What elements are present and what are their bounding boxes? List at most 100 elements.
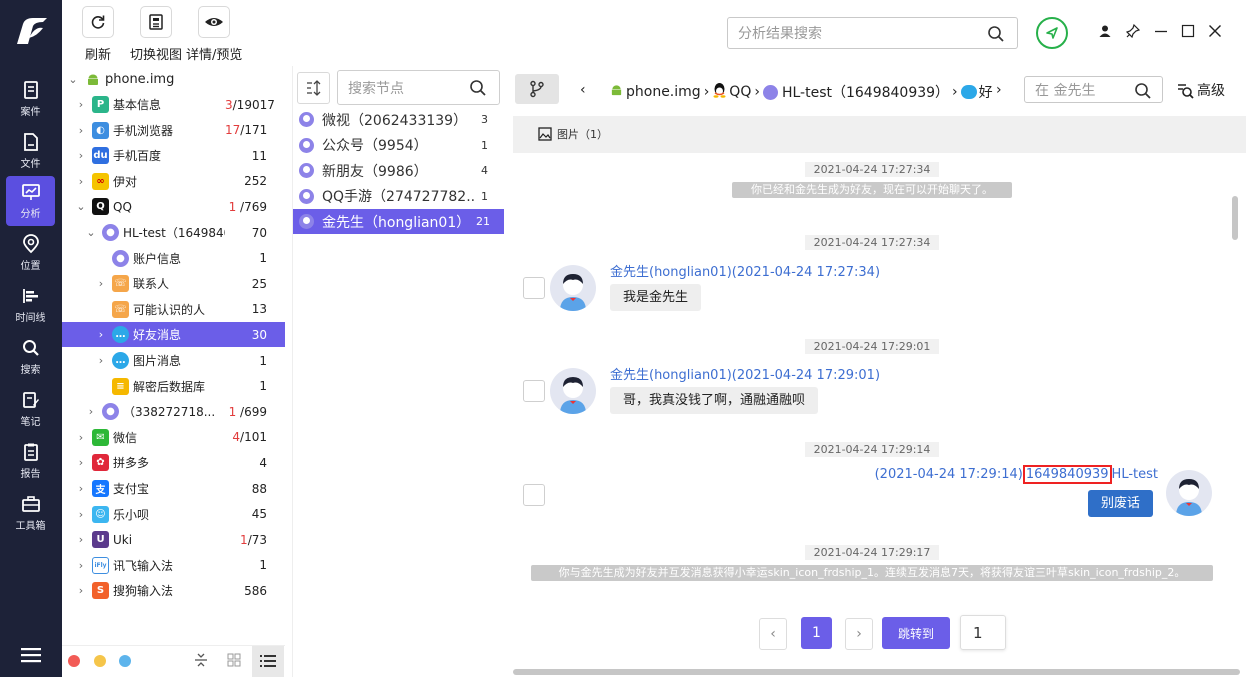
tree-item-yidui[interactable]: › ∞ 伊对 252 [62, 169, 285, 194]
chevron-right-icon[interactable]: › [96, 328, 106, 341]
chevron-right-icon[interactable]: › [96, 277, 106, 290]
sort-icon [306, 80, 320, 96]
menu-icon[interactable] [21, 646, 41, 664]
tree-item-sogou-ime[interactable]: › S 搜狗输入法 586 [62, 578, 285, 603]
maximize-icon[interactable] [1179, 22, 1197, 40]
tree-item-alipay[interactable]: › 支支付宝 88 [62, 476, 285, 501]
minimize-icon[interactable] [1152, 22, 1170, 40]
crumb-friend-msg[interactable]: 好 [979, 82, 993, 102]
contact-avatar-icon [299, 163, 314, 178]
node-search-input[interactable]: 搜索节点 [337, 70, 500, 105]
rail-notes[interactable]: 笔记 [6, 384, 55, 434]
message-checkbox[interactable] [523, 277, 545, 299]
chevron-right-icon[interactable]: › [76, 98, 86, 111]
yellow-dot-icon[interactable] [94, 655, 106, 667]
chevron-right-icon[interactable]: › [76, 175, 86, 188]
chevron-right-icon[interactable]: › [76, 124, 86, 137]
horizontal-scrollbar[interactable] [513, 669, 1240, 675]
rail-location[interactable]: 位置 [6, 228, 55, 278]
in-chat-search-input[interactable]: 在 金先生 [1024, 76, 1163, 103]
collapse-icon[interactable] [193, 652, 209, 668]
node-item[interactable]: 金先生（honglian01） 21 [293, 209, 504, 234]
node-item[interactable]: 微视（2062433139） 3 [293, 107, 504, 132]
crumb-forward-icon[interactable]: › [996, 82, 1002, 98]
node-item[interactable]: 新朋友（9986） 4 [293, 158, 504, 183]
node-item[interactable]: 公众号（9954） 1 [293, 133, 504, 158]
chevron-right-icon[interactable]: › [76, 533, 86, 546]
crumb-qq[interactable]: QQ [729, 84, 751, 100]
chevron-right-icon[interactable]: › [86, 405, 96, 418]
rail-report[interactable]: 报告 [6, 436, 55, 486]
toolbox-icon [21, 496, 40, 512]
tree-item-count-total: 13 [251, 302, 267, 317]
close-icon[interactable] [1206, 22, 1224, 40]
tree-item-image-messages[interactable]: › … 图片消息 1 [62, 348, 285, 373]
tree-item-qq[interactable]: ⌄ Q QQ 1 /769 [62, 194, 285, 219]
rail-case[interactable]: 案件 [6, 74, 55, 124]
tree-item-wechat[interactable]: › ✉ 微信 4/101 [62, 425, 285, 450]
rail-search[interactable]: 搜索 [6, 332, 55, 382]
rail-toolbox[interactable]: 工具箱 [6, 488, 55, 538]
pin-icon[interactable] [1124, 22, 1142, 40]
rail-analysis[interactable]: 分析 [6, 176, 55, 226]
crumb-phone[interactable]: phone.img [626, 84, 701, 100]
next-page-button[interactable]: › [845, 618, 873, 650]
grid-view-icon[interactable] [227, 653, 241, 667]
red-dot-icon[interactable] [68, 655, 80, 667]
tree-item-uki[interactable]: › U Uki 1/73 [62, 527, 285, 552]
rail-timeline[interactable]: 时间线 [6, 280, 55, 330]
tree-item-lexiaobei[interactable]: › ☺ 乐小呗 45 [62, 502, 285, 527]
refresh-button[interactable]: 刷新 [82, 6, 114, 63]
tree-item-count-total: 252 [244, 174, 267, 189]
vertical-scrollbar[interactable] [1232, 196, 1238, 240]
jump-page-input[interactable]: 1 [960, 615, 1006, 650]
chevron-right-icon[interactable]: › [76, 584, 86, 597]
blue-dot-icon[interactable] [119, 655, 131, 667]
message-timestamp: 2021-04-24 17:29:14 [805, 442, 939, 457]
tree-item-decrypted-db[interactable]: ≡ 解密后数据库 1 [62, 374, 285, 399]
tree-item-qq-account[interactable]: ⌄ ● HL-test（16498409... 70 [62, 220, 285, 245]
crumb-back-icon[interactable]: ‹ [580, 82, 586, 98]
jump-to-button[interactable]: 跳转到 [882, 617, 950, 649]
page-number-button[interactable]: 1 [801, 617, 832, 649]
tree-item-qq-account-2[interactable]: › ● （338272718... 1 /699 [62, 399, 285, 424]
details-preview-button[interactable]: 详情/预览 [186, 6, 242, 63]
node-item[interactable]: QQ手游（274727782... 1 [293, 184, 504, 209]
tree-item-iflytek-ime[interactable]: › iFly 讯飞输入法 1 [62, 553, 285, 578]
chevron-right-icon[interactable]: › [76, 149, 86, 162]
tree-item-maybe-know[interactable]: ☏ 可能认识的人 13 [62, 297, 285, 322]
chevron-right-icon[interactable]: › [76, 508, 86, 521]
tree-item-pinduoduo[interactable]: › ✿ 拼多多 4 [62, 450, 285, 475]
tree-item-mobile-browser[interactable]: › ◐ 手机浏览器 17/171 [62, 118, 285, 143]
analysis-search-input[interactable]: 分析结果搜索 [727, 17, 1018, 49]
rail-file[interactable]: 文件 [6, 126, 55, 176]
crumb-account[interactable]: HL-test（1649840939） [782, 82, 949, 102]
chevron-right-icon[interactable]: › [96, 354, 106, 367]
chevron-right-icon[interactable]: › [76, 559, 86, 572]
chevron-right-icon[interactable]: › [76, 456, 86, 469]
advanced-search-button[interactable]: 高级 [1176, 80, 1225, 100]
chevron-down-icon[interactable]: ⌄ [86, 226, 96, 239]
compass-button[interactable] [1036, 17, 1068, 49]
chevron-down-icon[interactable]: ⌄ [76, 200, 86, 213]
chevron-right-icon[interactable]: › [76, 431, 86, 444]
tree-item-basic-info[interactable]: › P 基本信息 3/19017 [62, 92, 285, 117]
user-icon[interactable] [1096, 22, 1114, 40]
message-checkbox[interactable] [523, 380, 545, 402]
list-view-button[interactable] [252, 646, 284, 677]
account-info-icon: ● [112, 249, 129, 267]
chevron-right-icon[interactable]: › [76, 482, 86, 495]
branch-button[interactable] [515, 74, 559, 104]
tree-item-contacts[interactable]: › ☏ 联系人 25 [62, 271, 285, 296]
tree-root[interactable]: ⌄ phone.img [62, 67, 285, 92]
switch-view-button[interactable]: 切换视图 [130, 6, 182, 63]
images-tab[interactable]: 图片（1） [538, 126, 608, 142]
tree-item-mobile-baidu[interactable]: › du 手机百度 11 [62, 143, 285, 168]
sort-button[interactable] [297, 72, 330, 104]
message-checkbox[interactable] [523, 484, 545, 506]
prev-page-button[interactable]: ‹ [759, 618, 787, 650]
tree-item-friend-messages[interactable]: › … 好友消息 30 [62, 322, 285, 348]
tree-item-account-info[interactable]: ● 账户信息 1 [62, 246, 285, 271]
system-message: 你已经和金先生成为好友，现在可以开始聊天了。 [732, 182, 1012, 198]
tree-item-label: HL-test（16498409... [123, 226, 225, 240]
